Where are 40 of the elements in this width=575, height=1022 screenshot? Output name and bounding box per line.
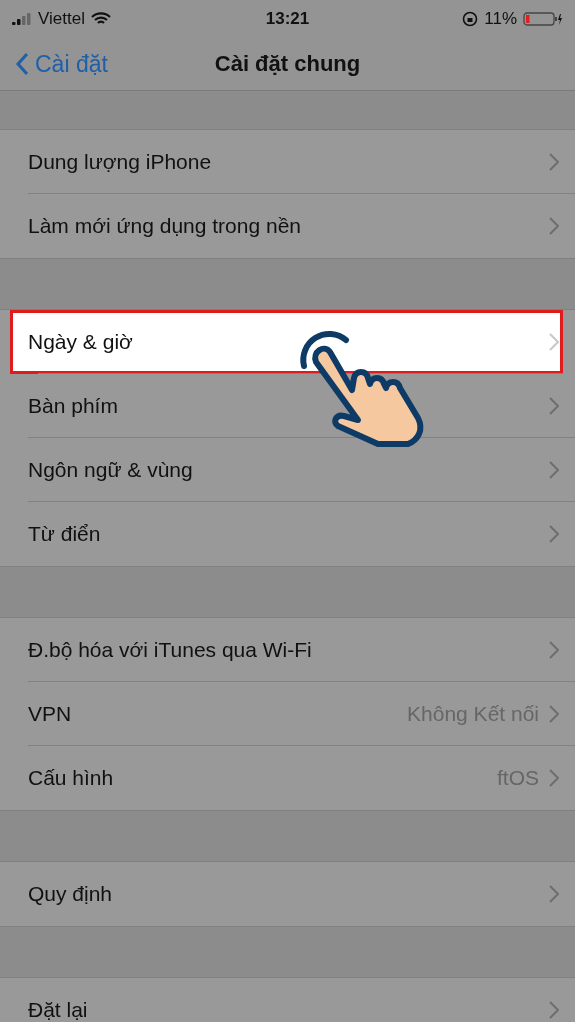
chevron-icon [549, 397, 559, 415]
settings-row[interactable]: Từ điển [0, 502, 575, 566]
settings-row[interactable]: Quy định [0, 862, 575, 926]
signal-icon [12, 13, 32, 25]
settings-row[interactable]: Ngày & giờ [10, 310, 563, 374]
settings-row[interactable]: Làm mới ứng dụng trong nền [0, 194, 575, 258]
row-label: Làm mới ứng dụng trong nền [28, 214, 302, 238]
row-label: Đặt lại [28, 998, 89, 1022]
settings-row[interactable]: Đ.bộ hóa với iTunes qua Wi-Fi [0, 618, 575, 682]
chevron-icon [549, 461, 559, 479]
chevron-icon [549, 769, 559, 787]
chevron-icon [549, 217, 559, 235]
clock-time: 13:21 [265, 9, 310, 29]
row-label: Bàn phím [28, 394, 119, 418]
battery-icon [523, 11, 563, 27]
chevron-icon [549, 525, 559, 543]
row-label: Quy định [28, 882, 114, 906]
row-label: Ngôn ngữ & vùng [28, 458, 194, 482]
chevron-icon [549, 153, 559, 171]
battery-percent: 11% [484, 9, 517, 29]
chevron-icon [549, 641, 559, 659]
carrier-name: Viettel [38, 9, 85, 29]
settings-row[interactable]: Dung lượng iPhone [0, 130, 575, 194]
settings-row[interactable]: Đặt lại [0, 978, 575, 1022]
rotation-lock-icon [462, 11, 479, 27]
chevron-icon [549, 1001, 559, 1019]
chevron-icon [549, 885, 559, 903]
back-chevron-icon [16, 53, 29, 75]
wifi-icon [90, 12, 111, 26]
row-label: Ngày & giờ [28, 330, 134, 354]
row-label: VPN [28, 702, 73, 726]
row-label: Đ.bộ hóa với iTunes qua Wi-Fi [28, 638, 313, 662]
chevron-icon [549, 705, 559, 723]
row-label: Cấu hình [28, 766, 115, 790]
page-title: Cài đặt chung [214, 51, 361, 77]
chevron-icon [549, 333, 559, 351]
settings-row[interactable]: Bàn phím [0, 374, 575, 438]
row-label: Từ điển [28, 522, 102, 546]
settings-row[interactable]: Ngôn ngữ & vùng [0, 438, 575, 502]
row-label: Dung lượng iPhone [28, 150, 213, 174]
